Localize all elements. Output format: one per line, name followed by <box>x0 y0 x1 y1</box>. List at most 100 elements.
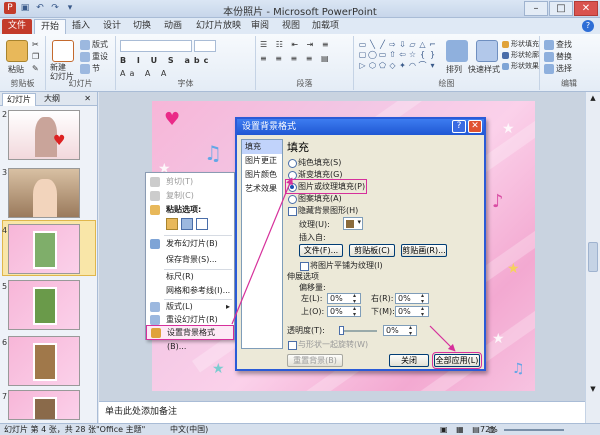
dialog-close-button[interactable]: ✕ <box>468 120 482 133</box>
tab-animations[interactable]: 动画 <box>158 19 188 34</box>
menu-item-ruler[interactable]: 标尺(R) <box>146 270 234 284</box>
paste-text-icon[interactable] <box>196 218 208 230</box>
menu-item-publish-slides[interactable]: 发布幻灯片(B) <box>146 237 234 251</box>
slide-thumbnail-6[interactable] <box>8 336 80 386</box>
tab-addins[interactable]: 加载项 <box>306 19 345 34</box>
offset-left-input[interactable]: 0% <box>327 293 361 305</box>
paste-option-icons[interactable] <box>166 218 208 230</box>
tab-design[interactable]: 设计 <box>97 19 127 34</box>
slide-thumbnail-2[interactable]: ♥ <box>8 110 80 160</box>
shapes-gallery[interactable]: ▭ ╲ ╱ ⇨ ⇩ ▱ △ ⌐ ▢ ◯ ▭ ⇧ ⇦ ☆{} ▷ ⬡ ⬠ ◇ ✦ ◠ ⌒ ▾ <box>358 40 440 70</box>
insert-file-button[interactable]: 文件(F)... <box>299 244 343 257</box>
layout-button[interactable]: 版式 <box>80 39 108 50</box>
slide-thumbnail-4[interactable] <box>8 224 80 274</box>
tab-review[interactable]: 审阅 <box>245 19 275 34</box>
tab-transitions[interactable]: 切换 <box>127 19 157 34</box>
font-format-icons[interactable]: B I U S abc <box>120 56 212 65</box>
section-button[interactable]: 节 <box>80 63 100 74</box>
arrange-button[interactable]: 排列 <box>446 64 462 75</box>
category-picture-corrections[interactable]: 图片更正 <box>242 154 282 168</box>
scroll-down-icon[interactable]: ▼ <box>586 385 600 393</box>
menu-item-copy[interactable]: 复制(C) <box>146 189 234 203</box>
shape-outline-button[interactable]: 形状轮廓 <box>502 50 539 60</box>
category-artistic-effects[interactable]: 艺术效果 <box>242 182 282 196</box>
category-fill[interactable]: 填充 <box>242 140 282 154</box>
copy-icon[interactable]: ❐ <box>32 52 39 61</box>
radio-pattern-fill[interactable]: 图案填充(A) <box>287 193 342 204</box>
menu-item-save-background[interactable]: 保存背景(S)... <box>146 253 234 267</box>
zoom-slider[interactable] <box>504 429 564 431</box>
format-painter-icon[interactable]: ✎ <box>32 64 39 73</box>
transparency-slider[interactable] <box>339 326 377 335</box>
slide-thumbnail-7[interactable] <box>8 390 80 420</box>
minimize-icon[interactable]: – <box>524 1 548 16</box>
align-icons[interactable]: ≡ ≡ ≡ ≡ ▤ <box>260 54 332 63</box>
menu-item-format-background[interactable]: 设置背景格式(B)... <box>146 325 234 351</box>
checkbox-tile-texture[interactable]: 将图片平铺为纹理(I) <box>299 260 383 271</box>
replace-button[interactable]: 替换 <box>544 51 572 62</box>
list-icons[interactable]: ☰ ☷ ⇤ ⇥ ≡ <box>260 40 332 49</box>
apply-to-all-button[interactable]: 全部应用(L) <box>432 352 482 369</box>
font-color-icons[interactable]: Aa A A <box>120 69 170 78</box>
reset-button[interactable]: 重设 <box>80 51 108 62</box>
radio-picture-texture-fill[interactable]: 图片或纹理填充(P) <box>284 179 368 194</box>
paste-button[interactable]: 粘贴 <box>8 64 24 75</box>
paste-picture-icon[interactable] <box>181 218 193 230</box>
shape-fill-button[interactable]: 形状填充 <box>502 39 539 49</box>
tab-view[interactable]: 视图 <box>276 19 306 34</box>
find-button[interactable]: 查找 <box>544 39 572 50</box>
transparency-slider-thumb[interactable] <box>339 326 344 335</box>
tab-slides[interactable]: 幻灯片 <box>2 93 36 106</box>
radio-solid-fill[interactable]: 纯色填充(S) <box>287 157 341 168</box>
offset-right-input[interactable]: 0% <box>395 293 429 305</box>
texture-picker[interactable]: ▾ <box>343 217 363 230</box>
menu-item-grid-guides[interactable]: 网格和参考线(I)... <box>146 284 234 298</box>
dialog-help-button[interactable]: ? <box>452 120 466 133</box>
offset-top-input[interactable]: 0% <box>327 306 361 318</box>
font-name-box[interactable] <box>120 40 192 52</box>
zoom-level[interactable]: 72% <box>480 424 498 435</box>
help-icon[interactable]: ? <box>582 20 594 32</box>
dialog-close-text-button[interactable]: 关闭 <box>389 354 429 367</box>
checkbox-rotate-with-shape[interactable]: 与形状一起旋转(W) <box>287 339 368 350</box>
slide-thumbnail-5[interactable] <box>8 280 80 330</box>
quick-styles-icon[interactable] <box>476 40 498 62</box>
menu-item-layout[interactable]: 版式(L) ▸ <box>146 300 234 314</box>
tab-insert[interactable]: 插入 <box>66 19 96 34</box>
paste-keep-format-icon[interactable] <box>166 218 178 230</box>
publish-icon <box>150 239 160 249</box>
star-icon: ★ <box>212 361 225 377</box>
paste-icon[interactable] <box>6 40 28 62</box>
editor-scrollbar[interactable]: ▲ ▼ <box>585 92 600 423</box>
checkbox-hide-background[interactable]: 隐藏背景图形(H) <box>287 205 358 216</box>
insert-clipboard-button[interactable]: 剪贴板(C) <box>349 244 395 257</box>
transparency-input[interactable]: 0% <box>383 325 417 337</box>
close-icon[interactable]: ✕ <box>574 1 598 16</box>
arrange-icon[interactable] <box>446 40 468 62</box>
shape-effects-button[interactable]: 形状效果 <box>502 61 539 71</box>
offset-bottom-label: 下(M): <box>371 307 395 316</box>
font-size-box[interactable] <box>194 40 216 52</box>
slide-count: 幻灯片 第 4 张，共 28 张 <box>4 425 96 434</box>
select-button[interactable]: 选择 <box>544 63 572 74</box>
scroll-thumb[interactable] <box>588 242 598 272</box>
scroll-up-icon[interactable]: ▲ <box>586 92 600 104</box>
tab-home[interactable]: 开始 <box>34 19 67 34</box>
new-slide-icon[interactable] <box>52 40 74 62</box>
language[interactable]: 中文(中国) <box>170 424 208 435</box>
slide-thumbnail-3[interactable] <box>8 168 80 218</box>
reset-background-button[interactable]: 重置背景(B) <box>287 354 343 367</box>
tab-file[interactable]: 文件 <box>2 19 33 34</box>
menu-item-cut[interactable]: 剪切(T) <box>146 175 234 189</box>
tab-outline[interactable]: 大纲 <box>40 93 64 105</box>
notes-pane[interactable]: 单击此处添加备注 <box>99 401 585 423</box>
category-picture-color[interactable]: 图片颜色 <box>242 168 282 182</box>
quick-styles-button[interactable]: 快速样式 <box>468 64 500 75</box>
offset-bottom-input[interactable]: 0% <box>395 306 429 318</box>
cut-icon[interactable]: ✂ <box>32 40 39 49</box>
insert-clipart-button[interactable]: 剪贴画(R)... <box>401 244 447 257</box>
close-pane-icon[interactable]: ✕ <box>80 93 95 105</box>
radio-gradient-fill[interactable]: 渐变填充(G) <box>287 169 342 180</box>
maximize-icon[interactable]: □ <box>549 1 573 16</box>
tab-slideshow[interactable]: 幻灯片放映 <box>190 19 247 34</box>
